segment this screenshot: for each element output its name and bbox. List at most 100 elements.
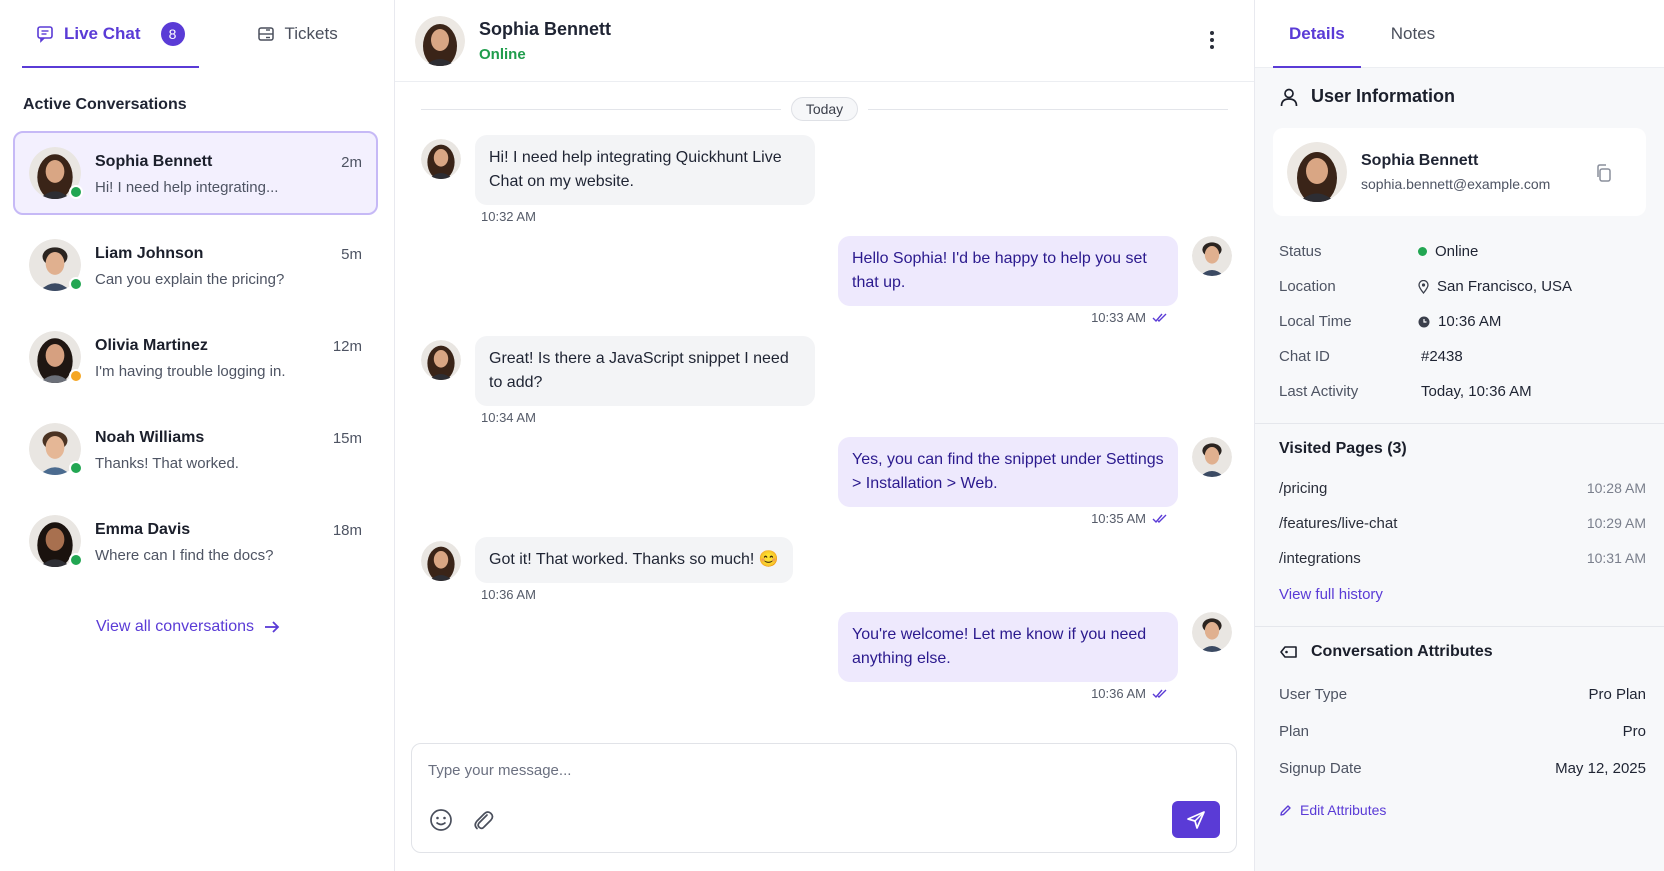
conversation-item[interactable]: Olivia Martinez 12m I'm having trouble l… <box>13 315 378 399</box>
attribute-row: Plan Pro <box>1279 723 1646 740</box>
field-status-value: Online <box>1418 243 1478 260</box>
field-local-time-value: 10:36 AM <box>1418 313 1501 330</box>
online-dot-icon <box>1418 247 1427 256</box>
copy-icon[interactable] <box>1596 164 1612 182</box>
arrow-right-icon <box>265 621 280 633</box>
message-bubble: Great! Is there a JavaScript snippet I n… <box>475 336 815 406</box>
user-email: sophia.bennett@example.com <box>1361 176 1551 192</box>
chat-header: Sophia Bennett Online <box>395 0 1254 82</box>
conversation-time: 12m <box>332 337 362 355</box>
conversation-name: Olivia Martinez <box>95 337 208 354</box>
local-time-value: 10:36 AM <box>1438 313 1502 330</box>
avatar <box>29 331 83 383</box>
tab-notes[interactable]: Notes <box>1375 0 1451 67</box>
app: Live Chat 8 Tickets Active Conversations… <box>0 0 1664 871</box>
field-location-value: San Francisco, USA <box>1418 278 1572 295</box>
field-last-activity-value: Today, 10:36 AM <box>1421 383 1532 400</box>
edit-attributes-link[interactable]: Edit Attributes <box>1279 802 1386 818</box>
field-last-activity-label: Last Activity <box>1279 383 1359 400</box>
visited-page-time: 10:31 AM <box>1586 550 1646 566</box>
conversation-preview: Where can I find the docs? <box>95 547 274 564</box>
avatar <box>29 515 83 567</box>
message-time-label: 10:32 AM <box>481 209 536 224</box>
message-time-label: 10:34 AM <box>481 410 536 425</box>
message-time-label: 10:33 AM <box>1091 310 1146 325</box>
conversation-item[interactable]: Liam Johnson 5m Can you explain the pric… <box>13 223 378 307</box>
avatar <box>421 541 461 581</box>
message-composer <box>411 743 1237 853</box>
visited-pages-title: Visited Pages (3) <box>1279 440 1407 457</box>
tab-tickets[interactable]: Tickets <box>243 0 352 68</box>
conversation-attributes-title: Conversation Attributes <box>1279 643 1493 661</box>
divider <box>1255 626 1664 627</box>
message-bubble: Hi! I need help integrating Quickhunt Li… <box>475 135 815 205</box>
date-divider-label: Today <box>790 97 859 121</box>
emoji-icon[interactable] <box>428 807 454 833</box>
send-button[interactable] <box>1172 801 1220 838</box>
incoming-message: Hi! I need help integrating Quickhunt Li… <box>421 135 815 205</box>
conversation-name: Noah Williams <box>95 429 205 446</box>
visited-page-item[interactable]: /features/live-chat 10:29 AM <box>1279 515 1646 532</box>
visited-page-time: 10:29 AM <box>1586 515 1646 531</box>
incoming-message: Great! Is there a JavaScript snippet I n… <box>421 336 815 406</box>
avatar <box>421 340 461 380</box>
conversation-item[interactable]: Emma Davis 18m Where can I find the docs… <box>13 499 378 583</box>
user-icon <box>1280 88 1298 106</box>
view-full-history-link[interactable]: View full history <box>1279 586 1383 603</box>
visited-page-item[interactable]: /pricing 10:28 AM <box>1279 480 1646 497</box>
conversation-time: 18m <box>332 521 362 539</box>
tab-live-chat-label: Live Chat <box>64 24 141 43</box>
attribute-key: Signup Date <box>1279 760 1362 777</box>
chat-contact-name: Sophia Bennett <box>479 18 612 39</box>
message-time-label: 10:35 AM <box>1091 511 1146 526</box>
conversation-item[interactable]: Noah Williams 15m Thanks! That worked. <box>13 407 378 491</box>
attachment-icon[interactable] <box>470 807 496 833</box>
attribute-value: Pro <box>1622 723 1646 740</box>
read-receipt-icon <box>1152 689 1167 698</box>
avatar <box>1192 612 1232 652</box>
conversation-list: Sophia Bennett 2m Hi! I need help integr… <box>13 131 378 583</box>
attribute-key: Plan <box>1279 723 1310 740</box>
message-time-label: 10:36 AM <box>1091 686 1146 701</box>
message-bubble: Hello Sophia! I'd be happy to help you s… <box>838 236 1178 306</box>
incoming-message: Got it! That worked. Thanks so much! 😊 <box>421 537 793 583</box>
message-time: 10:36 AM <box>481 587 536 602</box>
chat-icon <box>37 26 53 43</box>
message-input[interactable] <box>428 762 1128 779</box>
tab-live-chat[interactable]: Live Chat 8 <box>22 0 199 68</box>
avatar <box>29 147 83 199</box>
message-time: 10:34 AM <box>481 410 536 425</box>
outgoing-message: You're welcome! Let me know if you need … <box>838 612 1232 682</box>
message-bubble: Yes, you can find the snippet under Sett… <box>838 437 1178 507</box>
more-options-icon[interactable] <box>1208 28 1216 52</box>
presence-dot-icon <box>69 553 83 567</box>
unread-count-badge: 8 <box>160 22 185 46</box>
message-time: 10:36 AM <box>1091 686 1168 701</box>
conversation-time: 15m <box>332 429 362 447</box>
avatar <box>29 239 83 291</box>
presence-dot-icon <box>69 461 83 475</box>
field-chat-id-label: Chat ID <box>1279 348 1330 365</box>
location-value: San Francisco, USA <box>1437 278 1573 295</box>
date-divider: Today <box>421 97 1229 121</box>
conversation-preview: I'm having trouble logging in. <box>95 363 286 380</box>
message-time: 10:32 AM <box>481 209 536 224</box>
attribute-row: Signup Date May 12, 2025 <box>1279 760 1646 777</box>
avatar <box>1192 236 1232 276</box>
conversation-item[interactable]: Sophia Bennett 2m Hi! I need help integr… <box>13 131 378 215</box>
conversation-preview: Can you explain the pricing? <box>95 271 285 288</box>
clock-icon <box>1418 316 1430 327</box>
outgoing-message: Hello Sophia! I'd be happy to help you s… <box>838 236 1232 306</box>
chat-contact-status: Online <box>479 45 526 63</box>
field-chat-id-value: #2438 <box>1421 348 1463 365</box>
tab-details[interactable]: Details <box>1273 0 1361 68</box>
visited-page-time: 10:28 AM <box>1586 480 1646 496</box>
attribute-value: May 12, 2025 <box>1555 760 1646 777</box>
visited-page-path: /features/live-chat <box>1279 515 1398 532</box>
view-all-conversations-link[interactable]: View all conversations <box>96 618 280 636</box>
tab-tickets-label: Tickets <box>284 24 338 43</box>
location-pin-icon <box>1418 279 1429 294</box>
attribute-value: Pro Plan <box>1588 686 1646 703</box>
left-tabs: Live Chat 8 Tickets <box>0 0 394 68</box>
visited-page-item[interactable]: /integrations 10:31 AM <box>1279 550 1646 567</box>
